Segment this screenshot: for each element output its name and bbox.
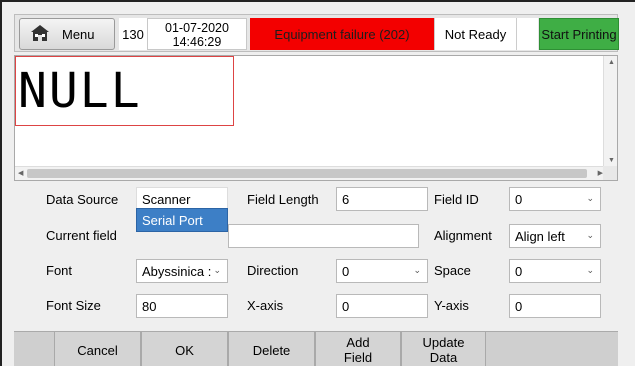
add-field-label-line1: Add <box>346 335 370 350</box>
update-data-label-line1: Update <box>422 335 465 350</box>
space-value: 0 <box>515 264 523 279</box>
alignment-select[interactable]: Align left ⌄ <box>509 224 601 248</box>
add-field-button[interactable]: Add Field <box>315 332 401 366</box>
label-canvas[interactable]: NULL ▲ ▼ ◀ ▶ <box>14 55 618 181</box>
y-axis-input[interactable]: 0 <box>509 294 601 318</box>
menu-label: Menu <box>62 26 95 42</box>
direction-label: Direction <box>247 263 299 278</box>
horizontal-scroll-thumb[interactable] <box>27 169 587 178</box>
x-axis-input[interactable]: 0 <box>336 294 428 318</box>
update-data-label-line2: Data <box>429 350 458 365</box>
font-select[interactable]: Abyssinica : ⌄ <box>136 259 228 283</box>
start-printing-button[interactable]: Start Printing <box>539 18 619 50</box>
ok-button[interactable]: OK <box>141 332 228 366</box>
field-properties-form: Data Source Scanner Serial Port Field Le… <box>2 182 635 327</box>
x-axis-label: X-axis <box>247 298 284 313</box>
scroll-left-icon[interactable]: ◀ <box>18 169 23 179</box>
space-label: Space <box>434 263 471 278</box>
status-spacer <box>516 18 538 50</box>
field-id-select[interactable]: 0 ⌄ <box>509 187 601 211</box>
date-text: 01-07-2020 <box>165 21 229 35</box>
chevron-down-icon: ⌄ <box>213 265 221 275</box>
alignment-label: Alignment <box>434 228 492 243</box>
status-indicator: Not Ready <box>434 18 516 50</box>
font-size-input[interactable]: 80 <box>136 294 228 318</box>
scroll-corner <box>603 166 617 180</box>
add-field-label-line2: Field <box>343 350 373 365</box>
font-value: Abyssinica : <box>142 264 212 279</box>
app-window: Menu 130 01-07-2020 14:46:29 Equipment f… <box>0 0 635 366</box>
delete-button[interactable]: Delete <box>228 332 315 366</box>
data-source-label: Data Source <box>46 192 119 207</box>
alert-banner[interactable]: Equipment failure (202) <box>250 18 434 50</box>
direction-value: 0 <box>342 264 350 279</box>
datetime-display: 01-07-2020 14:46:29 <box>147 18 247 50</box>
scroll-down-icon[interactable]: ▼ <box>608 156 615 166</box>
field-length-input[interactable]: 6 <box>336 187 428 211</box>
time-text: 14:46:29 <box>172 35 222 49</box>
field-id-label: Field ID <box>434 192 479 207</box>
field-id-value: 0 <box>515 192 523 207</box>
alignment-value: Align left <box>515 229 565 244</box>
chevron-down-icon: ⌄ <box>586 230 594 240</box>
update-data-button[interactable]: Update Data <box>401 332 486 366</box>
canvas-field[interactable]: NULL <box>15 56 234 126</box>
cancel-button[interactable]: Cancel <box>54 332 141 366</box>
top-bar: Menu 130 01-07-2020 14:46:29 Equipment f… <box>14 14 619 52</box>
action-bar: Cancel OK Delete Add Field Update Data <box>14 331 618 366</box>
current-field-label: Current field <box>46 228 117 243</box>
y-axis-label: Y-axis <box>434 298 469 313</box>
scroll-up-icon[interactable]: ▲ <box>608 58 615 68</box>
print-count: 130 <box>119 18 147 50</box>
chevron-down-icon: ⌄ <box>586 193 594 203</box>
horizontal-scrollbar[interactable]: ◀ ▶ <box>15 166 605 180</box>
canvas-field-text: NULL <box>18 63 142 119</box>
field-length-label: Field Length <box>247 192 319 207</box>
data-source-option-serial-port[interactable]: Serial Port <box>136 208 228 232</box>
home-icon <box>30 24 50 45</box>
chevron-down-icon: ⌄ <box>413 265 421 275</box>
font-size-label: Font Size <box>46 298 101 313</box>
current-field-input[interactable] <box>228 224 419 248</box>
chevron-down-icon: ⌄ <box>586 265 594 275</box>
direction-select[interactable]: 0 ⌄ <box>336 259 428 283</box>
font-label: Font <box>46 263 73 278</box>
menu-button[interactable]: Menu <box>19 18 115 50</box>
data-source-value: Scanner <box>142 192 191 207</box>
space-select[interactable]: 0 ⌄ <box>509 259 601 283</box>
vertical-scrollbar[interactable]: ▲ ▼ <box>603 56 617 168</box>
